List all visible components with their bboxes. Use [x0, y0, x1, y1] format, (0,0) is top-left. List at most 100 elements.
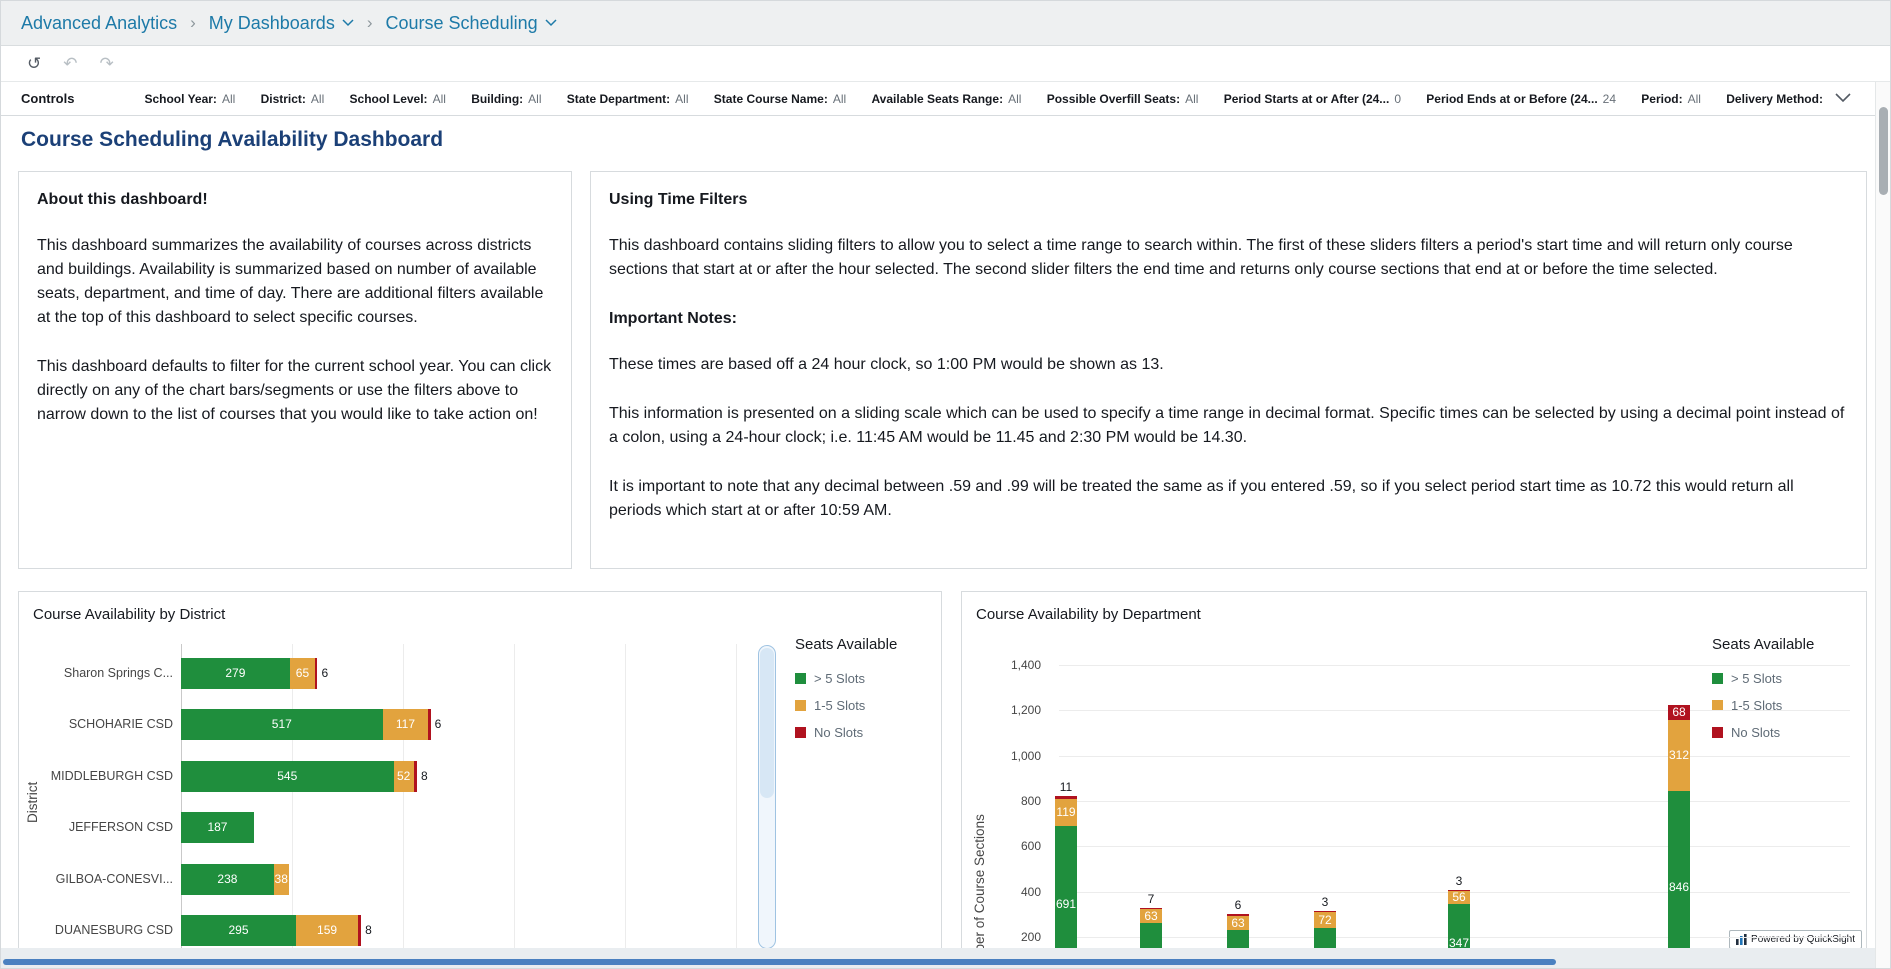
- gridline: [1059, 846, 1850, 848]
- powered-by-quicksight-badge[interactable]: Powered by QuickSight: [1729, 930, 1862, 949]
- important-notes-title: Important Notes:: [609, 310, 737, 327]
- bar-segment[interactable]: [315, 657, 318, 689]
- filter-value: All: [832, 91, 847, 106]
- filters-list: School Year: All District: All School Level:…: [144, 92, 1823, 106]
- chevron-down-icon: [342, 19, 354, 27]
- horizontal-scrollbar-thumb[interactable]: [3, 959, 1556, 965]
- bar-segment[interactable]: 63: [1140, 909, 1162, 924]
- filter-available-seats-range[interactable]: Available Seats Range: All: [871, 92, 1021, 106]
- bar-segment[interactable]: 240: [1314, 928, 1336, 950]
- category-label: JEFFERSON CSD: [68, 820, 173, 834]
- y-tick-label: 800: [1020, 793, 1041, 808]
- bar-segment[interactable]: 63: [1227, 915, 1249, 931]
- bar-segment[interactable]: 187: [181, 811, 254, 843]
- redo-icon[interactable]: ↷: [100, 54, 114, 74]
- legend-swatch: [1712, 673, 1723, 684]
- about-title: About this dashboard!: [37, 191, 208, 208]
- breadcrumb-item[interactable]: Advanced Analytics: [21, 13, 177, 34]
- bar-segment[interactable]: 119: [1055, 798, 1077, 826]
- bar-segment[interactable]: 279: [181, 657, 290, 689]
- filter-possible-overfill-seats[interactable]: Possible Overfill Seats: All: [1047, 92, 1199, 106]
- filter-value: All: [310, 91, 325, 106]
- legend-title: Seats Available: [1712, 636, 1815, 653]
- filter-value: All: [1008, 91, 1022, 106]
- bar-segment[interactable]: 159: [296, 914, 359, 946]
- legend-item[interactable]: No Slots: [795, 725, 897, 740]
- breadcrumb-separator: ›: [190, 13, 196, 32]
- bar-segment[interactable]: 691: [1055, 825, 1077, 950]
- bar-segment[interactable]: [1140, 907, 1162, 910]
- bar-segment[interactable]: 347: [1448, 903, 1470, 950]
- bar-segment[interactable]: 517: [181, 708, 383, 740]
- scrollbar-thumb[interactable]: [760, 648, 774, 798]
- time-filters-intro: This dashboard contains sliding filters …: [609, 237, 1793, 278]
- district-chart-panel: Course Availability by District District…: [18, 591, 942, 950]
- breadcrumb: Advanced Analytics › My Dashboards › Course …: [1, 1, 1890, 46]
- bar-segment[interactable]: [428, 708, 431, 740]
- bar-segment[interactable]: [413, 760, 417, 792]
- horizontal-scrollbar[interactable]: [1, 948, 1875, 968]
- filter-delivery-method[interactable]: Delivery Method:: [1726, 92, 1823, 106]
- gridline: [1059, 665, 1850, 666]
- filter-value: All: [432, 91, 446, 106]
- filter-period-ends-at-or-before-24[interactable]: Period Ends at or Before (24... 24: [1426, 92, 1616, 106]
- bar-segment[interactable]: 846: [1668, 790, 1690, 950]
- filter-value: All: [1185, 91, 1199, 106]
- filter-building[interactable]: Building: All: [471, 92, 541, 106]
- gridline: [292, 644, 293, 950]
- filter-state-course-name[interactable]: State Course Name: All: [714, 92, 846, 106]
- vertical-scrollbar-thumb[interactable]: [1879, 107, 1888, 195]
- vertical-scrollbar[interactable]: [1875, 82, 1890, 968]
- y-tick-label: 600: [1020, 839, 1041, 854]
- bar-value-label: 3: [1455, 874, 1463, 889]
- legend-item[interactable]: > 5 Slots: [1712, 671, 1814, 686]
- bar-segment[interactable]: 545: [181, 760, 394, 792]
- category-label: Sharon Springs C...: [63, 666, 173, 680]
- chevron-down-icon: [545, 19, 557, 27]
- filter-school-level[interactable]: School Level: All: [350, 92, 446, 106]
- bar-segment[interactable]: [1448, 890, 1470, 892]
- legend-swatch: [795, 673, 806, 684]
- reset-icon[interactable]: ↺: [27, 54, 41, 74]
- bar-segment[interactable]: 295: [181, 914, 297, 946]
- district-chart-scrollbar[interactable]: [758, 645, 776, 949]
- undo-icon[interactable]: ↶: [63, 54, 77, 74]
- dept-chart-legend: Seats Available > 5 Slots 1-5 Slots No Slo…: [1712, 636, 1814, 752]
- breadcrumb-separator: ›: [366, 13, 373, 32]
- bar-segment[interactable]: 117: [382, 708, 429, 740]
- filter-school-year[interactable]: School Year: All: [144, 92, 235, 106]
- bar-segment[interactable]: 38: [273, 863, 289, 895]
- bar-segment[interactable]: 72: [1314, 911, 1336, 928]
- gridline: [403, 644, 404, 950]
- bar-segment[interactable]: 231: [1227, 930, 1249, 950]
- bar-segment[interactable]: 312: [1668, 719, 1690, 791]
- filter-label: District:: [260, 91, 306, 106]
- district-chart-legend: Seats Available > 5 Slots 1-5 Slots No Slo…: [795, 636, 897, 752]
- filter-state-department[interactable]: State Department: All: [567, 92, 689, 106]
- dept-chart-title: Course Availability by Department: [976, 606, 1201, 623]
- bar-segment[interactable]: 52: [393, 760, 414, 792]
- filter-label: Period Starts at or After (24...: [1223, 91, 1390, 106]
- filter-period[interactable]: Period: All: [1641, 92, 1701, 106]
- breadcrumb-item[interactable]: My Dashboards: [209, 13, 354, 34]
- bar-segment[interactable]: 65: [289, 657, 316, 689]
- bar-segment[interactable]: 260: [1140, 923, 1162, 950]
- legend-item[interactable]: No Slots: [1712, 725, 1814, 740]
- filter-district[interactable]: District: All: [261, 92, 325, 106]
- chevron-down-icon[interactable]: [1835, 90, 1851, 108]
- bar-segment[interactable]: 238: [181, 863, 274, 895]
- category-label: GILBOA-CONESVI...: [55, 872, 173, 886]
- filter-period-starts-at-or-after-24[interactable]: Period Starts at or After (24... 0: [1224, 92, 1401, 106]
- bar-segment[interactable]: [1227, 914, 1249, 916]
- legend-item[interactable]: > 5 Slots: [795, 671, 897, 686]
- bar-segment[interactable]: [358, 914, 362, 946]
- gridline: [1059, 755, 1850, 757]
- bar-segment[interactable]: 68: [1668, 704, 1690, 720]
- bar-segment[interactable]: [1055, 796, 1077, 799]
- bar-segment[interactable]: [1314, 911, 1336, 912]
- legend-item[interactable]: 1-5 Slots: [795, 698, 897, 713]
- category-label: MIDDLEBURGH CSD: [50, 769, 173, 783]
- bar-segment[interactable]: 56: [1448, 890, 1470, 904]
- breadcrumb-item[interactable]: Course Scheduling: [386, 13, 557, 34]
- filter-label: School Level:: [349, 91, 428, 106]
